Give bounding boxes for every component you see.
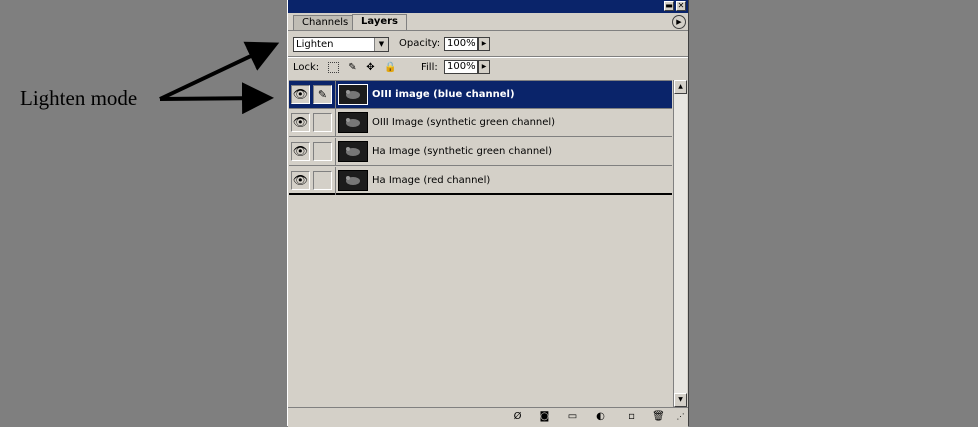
scroll-up-icon[interactable]: ▲ [674, 80, 687, 94]
layer-name: Ha Image (red channel) [372, 175, 491, 186]
palette-titlebar[interactable]: ▬ ✕ [288, 0, 688, 13]
lock-position-icon[interactable]: ✥ [365, 62, 376, 73]
delete-layer-icon[interactable]: 🗑 [652, 411, 665, 423]
layer-row[interactable]: 👁 ✎ OIII image (blue channel) [289, 81, 672, 109]
layers-bottom-toolbar: Ø ◙ ▭ ◐ ▫ 🗑 ⋰ [288, 407, 688, 427]
lock-all-icon[interactable]: 🔒 [384, 62, 396, 73]
layers-scrollbar[interactable]: ▲ ▼ [673, 80, 687, 407]
layer-thumbnail[interactable] [338, 112, 368, 133]
layers-list: 👁 ✎ OIII image (blue channel) 👁 OIII Ima… [289, 80, 672, 408]
link-slot[interactable] [313, 171, 332, 190]
fill-label: Fill: [421, 62, 438, 73]
arrow-to-selected-layer [159, 82, 274, 115]
fill-input[interactable]: 100% [444, 60, 478, 74]
tab-channels[interactable]: Channels [293, 15, 358, 31]
layer-name: OIII Image (synthetic green channel) [372, 117, 556, 128]
layer-name: Ha Image (synthetic green channel) [372, 146, 553, 157]
resize-grip-icon[interactable]: ⋰ [674, 411, 687, 423]
eye-icon[interactable]: 👁 [291, 113, 310, 132]
tab-layers[interactable]: Layers [352, 14, 407, 31]
opacity-input[interactable]: 100% [444, 37, 478, 51]
tab-divider [288, 30, 688, 31]
arrow-to-blend-mode [159, 41, 280, 101]
layer-name: OIII image (blue channel) [372, 89, 515, 100]
scroll-down-icon[interactable]: ▼ [674, 393, 687, 407]
layer-row[interactable]: 👁 Ha Image (synthetic green channel) [289, 138, 672, 166]
layer-style-icon[interactable]: Ø [511, 411, 524, 423]
new-layer-icon[interactable]: ▫ [625, 411, 638, 423]
layer-thumbnail[interactable] [338, 170, 368, 191]
blend-mode-select[interactable]: Lighten ▼ [293, 37, 389, 52]
opacity-label: Opacity: [399, 38, 441, 49]
adjustment-layer-icon[interactable]: ◐ [594, 411, 607, 423]
layer-thumbnail[interactable] [338, 141, 368, 162]
close-icon[interactable]: ✕ [676, 1, 686, 11]
opacity-slider-button[interactable]: ▶ [478, 37, 490, 51]
layer-row[interactable]: 👁 OIII Image (synthetic green channel) [289, 109, 672, 137]
annotation-arrows [159, 41, 280, 115]
lock-transparency-icon[interactable] [328, 62, 339, 73]
palette-menu-icon[interactable]: ▶ [672, 15, 686, 29]
new-group-icon[interactable]: ▭ [566, 411, 579, 423]
eye-icon[interactable]: 👁 [291, 171, 310, 190]
link-slot[interactable] [313, 113, 332, 132]
chevron-down-icon[interactable]: ▼ [374, 38, 388, 51]
fill-slider-button[interactable]: ▶ [478, 60, 490, 74]
layer-thumbnail[interactable] [338, 84, 368, 105]
eye-icon[interactable]: 👁 [291, 85, 310, 104]
link-slot[interactable] [313, 142, 332, 161]
layers-palette: ▬ ✕ Channels Layers ▶ Lighten ▼ Opacity:… [287, 0, 689, 427]
layer-mask-icon[interactable]: ◙ [538, 411, 551, 423]
layer-row[interactable]: 👁 Ha Image (red channel) [289, 167, 672, 195]
blend-mode-value: Lighten [296, 39, 334, 50]
lock-image-icon[interactable]: ✎ [347, 62, 358, 73]
eye-icon[interactable]: 👁 [291, 142, 310, 161]
minimize-icon[interactable]: ▬ [664, 1, 674, 11]
tab-bar: Channels Layers [288, 13, 688, 31]
brush-icon[interactable]: ✎ [313, 85, 332, 104]
lock-label: Lock: [293, 62, 320, 73]
